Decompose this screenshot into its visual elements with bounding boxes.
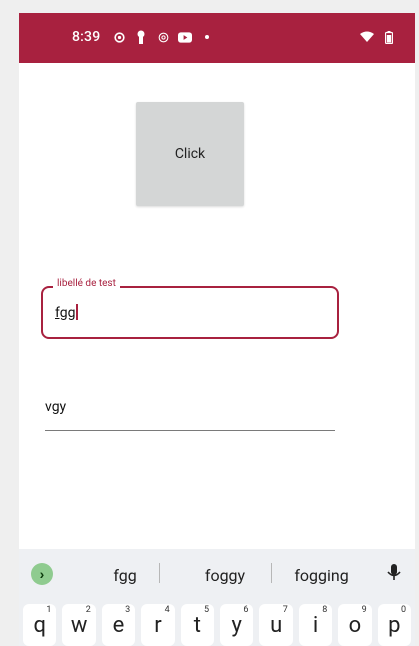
keyhole-icon (134, 30, 148, 44)
key-o[interactable]: o9 (338, 604, 372, 646)
key-hint: 3 (125, 605, 131, 615)
second-text-field-value: vgy (45, 399, 67, 415)
key-y[interactable]: y6 (220, 604, 254, 646)
expand-toolbar-button[interactable]: › (31, 563, 53, 585)
test-label-field-value: fgg (55, 304, 79, 321)
status-icons-left (112, 30, 214, 44)
key-r[interactable]: r4 (141, 604, 175, 646)
key-letter: u (270, 612, 283, 638)
test-label-field-label: libellé de test (53, 278, 120, 289)
key-letter: q (33, 612, 46, 638)
key-q[interactable]: q1 (23, 604, 57, 646)
key-letter: t (193, 612, 201, 638)
status-time: 8:39 (72, 29, 101, 45)
suggestion-2[interactable]: foggy (185, 566, 265, 585)
text-cursor (76, 304, 79, 320)
dot-icon (200, 30, 214, 44)
wifi-icon (360, 30, 374, 44)
key-w[interactable]: w2 (62, 604, 96, 646)
click-button[interactable]: Click (136, 102, 244, 206)
key-hint: 0 (401, 605, 407, 615)
key-p[interactable]: p0 (377, 604, 412, 646)
key-letter: w (70, 612, 88, 638)
key-u[interactable]: u7 (259, 604, 293, 646)
key-letter: r (154, 612, 162, 638)
suggestion-1[interactable]: fgg (95, 566, 155, 585)
microphone-icon[interactable] (387, 564, 403, 582)
status-icons-right (360, 30, 396, 44)
status-bar: 8:39 (19, 13, 415, 63)
youtube-icon (178, 30, 192, 44)
key-hint: 1 (46, 605, 52, 615)
suggestion-divider (271, 563, 272, 583)
key-hint: 8 (322, 605, 328, 615)
key-i[interactable]: i8 (298, 604, 333, 646)
key-letter: p (388, 612, 401, 638)
key-hint: 4 (164, 605, 170, 615)
key-letter: y (231, 612, 242, 638)
key-hint: 6 (243, 605, 249, 615)
key-letter: i (312, 612, 319, 638)
key-t[interactable]: t5 (180, 604, 215, 646)
key-hint: 2 (85, 605, 91, 615)
chevron-right-icon: › (39, 566, 45, 582)
suggestion-3[interactable]: fogging (284, 566, 359, 585)
page: 8:39 Click libellé de test fgg vgy › fgg… (0, 0, 419, 646)
key-hint: 7 (282, 605, 288, 615)
suggestion-divider (159, 563, 160, 583)
battery-icon (382, 30, 396, 44)
settings-gear-outline-icon (156, 30, 170, 44)
key-letter: e (112, 612, 125, 638)
soft-keyboard: › fgg foggy fogging q1 w2 e3 r4 t5 y6 u7… (19, 549, 415, 646)
key-e[interactable]: e3 (101, 604, 136, 646)
test-label-field-text: fgg (55, 305, 76, 321)
key-hint: 5 (203, 605, 210, 615)
suggestion-bar: › fgg foggy fogging (19, 549, 415, 595)
key-row-top: q1 w2 e3 r4 t5 y6 u7 i8 o9 p0 (19, 604, 415, 646)
key-letter: o (348, 612, 362, 638)
key-hint: 9 (361, 605, 367, 615)
test-label-field[interactable]: libellé de test fgg (41, 278, 339, 339)
second-text-field[interactable]: vgy (45, 391, 335, 431)
settings-gear-icon (112, 30, 126, 44)
